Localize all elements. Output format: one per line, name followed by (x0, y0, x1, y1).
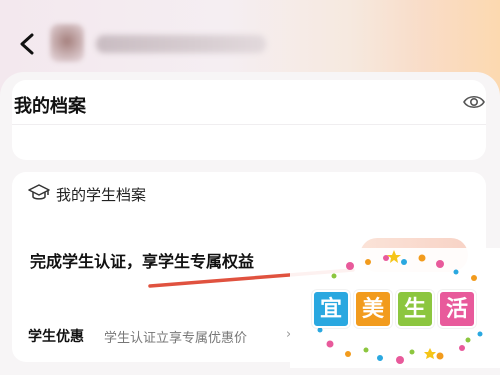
student-profile-title: 我的学生档案 (56, 186, 147, 204)
student-discount-desc[interactable]: 学生认证立享专属优惠价 (104, 327, 247, 346)
eye-icon[interactable] (462, 92, 486, 112)
watermark-char-2: 美 (354, 290, 392, 328)
graduation-cap-icon (28, 184, 50, 200)
watermark-char-1: 宜 (312, 290, 350, 328)
top-bar (0, 0, 500, 80)
watermark-logo: 宜 美 生 活 (290, 248, 500, 368)
student-discount-label: 学生优惠 (28, 329, 84, 345)
watermark-char-4: 活 (438, 290, 476, 328)
redacted-username (96, 35, 266, 53)
watermark-char-3: 生 (396, 290, 434, 328)
back-arrow-icon[interactable] (14, 30, 42, 58)
profile-section (0, 72, 500, 164)
profile-title: 我的档案 (14, 96, 86, 117)
divider (12, 124, 486, 125)
avatar[interactable] (50, 24, 84, 62)
